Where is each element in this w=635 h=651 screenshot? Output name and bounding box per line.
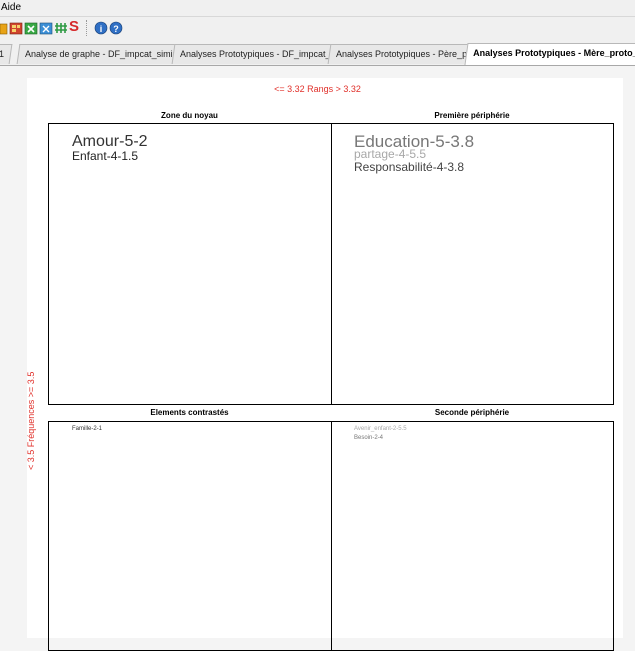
menu-bar: Aide	[0, 0, 635, 17]
svg-text:i: i	[100, 24, 103, 34]
term-partage: partage-4-5.5	[354, 147, 427, 161]
term-avenir-enfant: Avenir_enfant-2-5.5	[354, 426, 407, 432]
menu-aide[interactable]: Aide	[1, 2, 21, 13]
help-icon[interactable]: ?	[109, 21, 123, 35]
info-icon[interactable]: i	[94, 21, 108, 35]
frequences-axis-label: < 3.5 Fréquences >= 3.5	[26, 371, 36, 470]
premiere-peripherie-title: Première périphérie	[434, 111, 510, 120]
table-icon[interactable]	[9, 21, 23, 35]
tab-1[interactable]: 1	[0, 44, 13, 64]
export-icon[interactable]	[24, 21, 38, 35]
rangs-axis-label: <= 3.32 Rangs > 3.32	[274, 84, 361, 94]
term-famille: Famille-2-1	[72, 426, 103, 432]
svg-text:?: ?	[113, 24, 119, 34]
tree-icon[interactable]	[54, 21, 68, 35]
toolbar-separator	[86, 20, 89, 36]
top-divider	[331, 123, 332, 405]
toolbar: S i ?	[0, 17, 635, 41]
zone-du-noyau-title: Zone du noyau	[161, 111, 218, 120]
elements-contrastes-title: Elements contrastés	[150, 408, 229, 417]
tab-proto-mere[interactable]: Analyses Prototypiques - Mère_proto_1x	[464, 43, 635, 65]
seconde-peripherie-title: Seconde périphérie	[434, 408, 510, 417]
tab-bar: 1 Analyse de graphe - DF_impcat_simimatr…	[0, 41, 635, 66]
bottom-divider	[331, 421, 332, 651]
term-enfant: Enfant-4-1.5	[72, 149, 139, 163]
grid-icon[interactable]	[39, 21, 53, 35]
s-icon[interactable]: S	[69, 19, 83, 35]
term-responsabilite: Responsabilité-4-3.8	[354, 160, 465, 174]
term-besoin: Besoin-2-4	[354, 435, 384, 441]
